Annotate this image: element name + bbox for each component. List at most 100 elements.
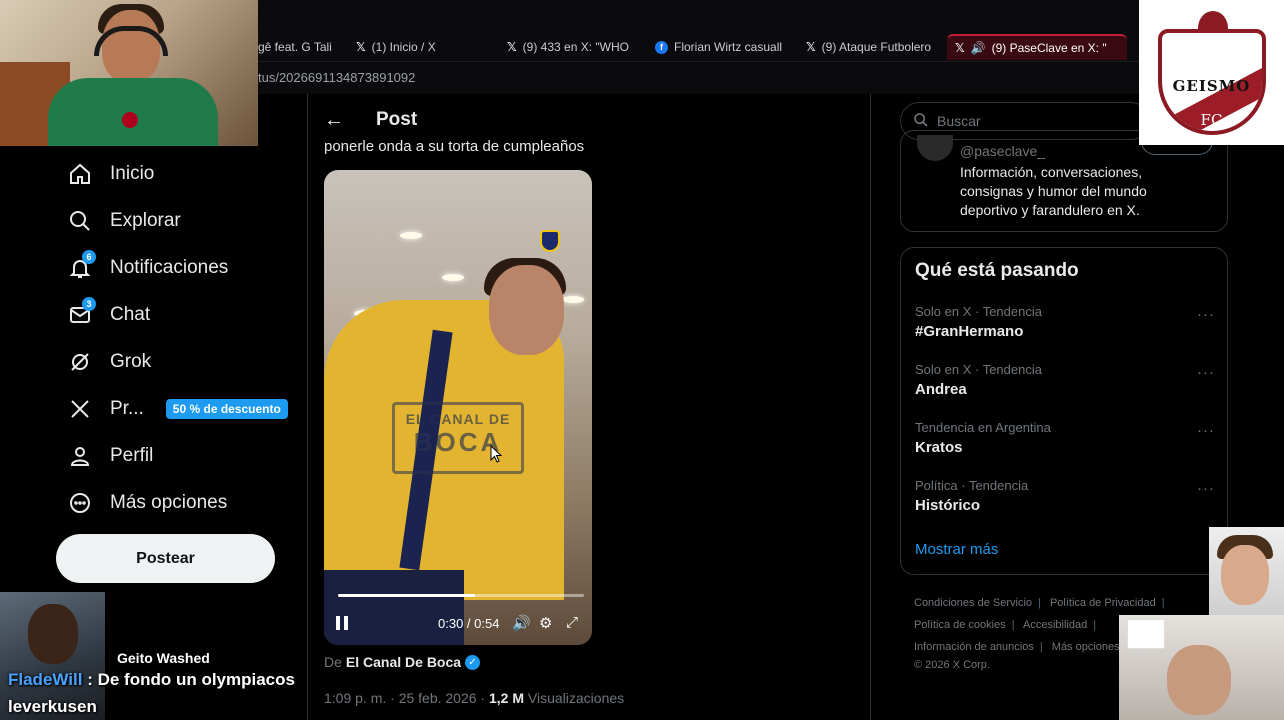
mail-icon: 3 <box>68 296 96 327</box>
search-icon <box>913 112 929 131</box>
scene-light <box>442 274 464 281</box>
scene-light <box>562 296 584 303</box>
trend-context: Solo en X · Tendencia <box>915 362 1042 377</box>
video-scene-head <box>489 265 564 355</box>
person-icon <box>68 444 92 468</box>
mouse-cursor-icon <box>490 445 502 463</box>
chat-badge: 3 <box>82 296 96 311</box>
footer-link-privacy[interactable]: Política de Privacidad <box>1050 597 1156 609</box>
trend-name: Andrea <box>915 381 967 398</box>
scene-light <box>400 232 422 239</box>
club-crest-icon <box>540 230 560 252</box>
trend-context: Tendencia en Argentina <box>915 420 1051 435</box>
more-dots-icon[interactable]: ··· <box>1197 306 1215 323</box>
trend-item[interactable]: Tendencia en Argentina Kratos ··· <box>915 420 1215 464</box>
sidebar-nav: Inicio Explorar 6 Notificaciones 3 Chat … <box>56 150 296 526</box>
nav-item-perfil[interactable]: Perfil <box>56 432 296 479</box>
browser-tab[interactable]: 𝕏 (1) Inicio / X <box>356 36 496 58</box>
tab-label: (1) Inicio / X <box>371 40 436 54</box>
grok-icon <box>68 350 92 374</box>
profile-card: @paseclave_ Información, conversaciones,… <box>900 130 1228 232</box>
profile-bio: Información, conversaciones, consignas y… <box>960 164 1147 218</box>
crest-shield: GEISMO FC <box>1157 28 1266 135</box>
video-player[interactable]: EL CANAL DE BOCA 0:30 / 0:54 🔊 ⚙ ⤢ <box>324 170 592 645</box>
page-title: Post <box>376 109 418 130</box>
x-icon: 𝕏 <box>955 41 965 55</box>
club-crest-logo: GEISMO FC <box>1157 10 1266 135</box>
channel-logo: GEISMO FC <box>1139 0 1284 145</box>
trend-item[interactable]: Solo en X · Tendencia Andrea ··· <box>915 362 1215 406</box>
chat-separator: : <box>82 670 98 689</box>
trends-title: Qué está pasando <box>915 260 1079 281</box>
video-progress-fill <box>338 594 475 597</box>
x-icon: 𝕏 <box>356 40 366 54</box>
profile-handle[interactable]: @paseclave_ <box>960 143 1045 159</box>
nav-item-chat[interactable]: 3 Chat <box>56 291 296 338</box>
show-more-link[interactable]: Mostrar más <box>915 541 998 558</box>
footer-link-ads[interactable]: Información de anuncios <box>914 641 1034 653</box>
bell-icon: 6 <box>68 249 96 280</box>
watermark-line1: EL CANAL DE <box>405 411 511 427</box>
browser-tab[interactable]: f Florian Wirtz casuall <box>655 36 789 58</box>
source-name[interactable]: El Canal De Boca <box>346 654 461 670</box>
crest-text: GEISMO <box>1172 76 1251 95</box>
browser-tab[interactable]: gê feat. G Tali <box>258 36 340 58</box>
more-dots-icon[interactable]: ··· <box>1197 364 1215 381</box>
crest-fc: FC <box>1200 110 1223 129</box>
footer-copyright: © 2026 X Corp. <box>914 659 990 671</box>
post-button[interactable]: Postear <box>56 534 275 583</box>
home-icon <box>68 162 92 186</box>
streamer-webcam <box>0 0 258 146</box>
nav-item-premium[interactable]: Pr... 50 % de descuento <box>56 385 296 432</box>
trend-item[interactable]: Política · Tendencia Histórico ··· <box>915 478 1215 522</box>
nav-item-explorar[interactable]: Explorar <box>56 197 296 244</box>
trend-name: #GranHermano <box>915 323 1024 340</box>
nav-label: Perfil <box>110 444 154 466</box>
video-time: 0:30 / 0:54 <box>438 616 500 631</box>
footer-link-accessibility[interactable]: Accesibilidad <box>1023 619 1087 631</box>
nav-item-mas-opciones[interactable]: Más opciones <box>56 479 296 526</box>
trends-panel: Qué está pasando Solo en X · Tendencia #… <box>900 247 1228 575</box>
watermark-line2: BOCA <box>413 427 503 457</box>
trend-context: Política · Tendencia <box>915 478 1029 493</box>
trend-item[interactable]: Solo en X · Tendencia #GranHermano ··· <box>915 304 1215 348</box>
source-prefix: De <box>324 654 342 670</box>
view-label: Visualizaciones <box>527 690 625 706</box>
x-icon: 𝕏 <box>507 40 517 54</box>
nav-label: Chat <box>110 303 151 325</box>
nav-item-inicio[interactable]: Inicio <box>56 150 296 197</box>
avatar[interactable] <box>917 135 953 161</box>
webcam-scene-person <box>28 604 78 664</box>
post-text: ponerle onda a su torta de cumpleaños <box>324 138 585 155</box>
nav-label: Notificaciones <box>110 256 229 278</box>
browser-tab[interactable]: 𝕏 (9) Ataque Futbolero <box>806 36 940 58</box>
nav-item-grok[interactable]: Grok <box>56 338 296 385</box>
post-meta: 1:09 p. m. · 25 feb. 2026 · 1,2 M Visual… <box>324 690 624 706</box>
nav-label: Grok <box>110 350 152 372</box>
chat-message: FladeWill : De fondo un olympiacos lever… <box>8 666 304 720</box>
nav-item-notificaciones[interactable]: 6 Notificaciones <box>56 244 296 291</box>
video-progress-bar[interactable] <box>338 594 584 597</box>
view-count: 1,2 M <box>489 690 525 706</box>
webcam-scene-paper <box>1127 619 1165 649</box>
footer-link-terms[interactable]: Condiciones de Servicio <box>914 597 1032 609</box>
more-dots-icon[interactable]: ··· <box>1197 480 1215 497</box>
discount-pill: 50 % de descuento <box>165 398 288 419</box>
volume-icon[interactable]: 🔊 <box>512 614 531 632</box>
post-timestamp[interactable]: 1:09 p. m. · 25 feb. 2026 · <box>324 690 485 706</box>
settings-icon[interactable]: ⚙ <box>539 614 552 632</box>
more-circle-icon <box>68 491 92 515</box>
browser-tab[interactable]: 𝕏 (9) 433 en X: "WHO <box>507 36 641 58</box>
chat-channel-name: Geito Washed <box>117 650 210 666</box>
browser-tab-active[interactable]: 𝕏 🔊 (9) PaseClave en X: " <box>947 34 1127 60</box>
footer-link-cookies[interactable]: Política de cookies <box>914 619 1006 631</box>
url-text: tus/2026691134873891092 <box>258 70 416 85</box>
x-icon: 𝕏 <box>806 40 816 54</box>
x-logo-icon <box>68 397 92 421</box>
fullscreen-icon[interactable]: ⤢ <box>566 614 578 631</box>
pause-icon[interactable] <box>336 616 352 632</box>
trend-name: Kratos <box>915 439 963 456</box>
search-icon <box>68 209 92 233</box>
back-arrow-icon[interactable]: ← <box>322 108 346 132</box>
more-dots-icon[interactable]: ··· <box>1197 422 1215 439</box>
